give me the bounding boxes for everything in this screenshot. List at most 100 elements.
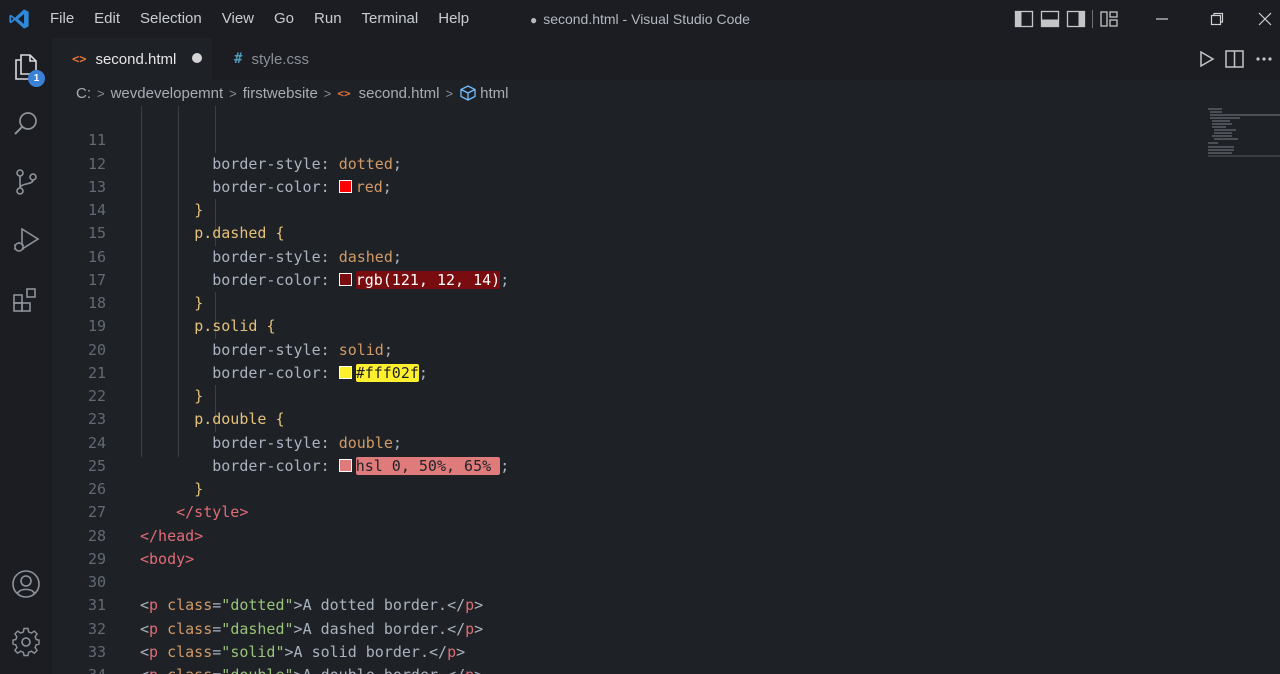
breadcrumb-file[interactable]: second.html [359,85,440,102]
code-line: 30 <p class="dotted">A dotted border.</p… [52,548,1202,614]
close-icon [1258,12,1272,26]
activity-search[interactable] [0,100,52,148]
activity-run-debug[interactable] [0,216,52,264]
code-line: 27 </head> [52,478,1202,544]
menu-edit[interactable]: Edit [84,0,130,38]
run-debug-icon [14,227,40,252]
toggle-panel-icon[interactable] [1040,10,1060,28]
title-bar: File Edit Selection View Go Run Terminal… [0,0,1280,38]
layout-divider [1092,10,1093,28]
tab-second-html[interactable]: <> second.html [52,38,212,80]
split-editor-icon[interactable] [1224,49,1246,69]
vscode-logo-icon [9,9,29,29]
minimize-button[interactable] [1139,0,1185,38]
account-icon [12,570,40,598]
html-icon: <> [72,52,87,66]
code-line: 24 border-color: hsl 0, 50%, 65% ; [52,408,1202,475]
code-line: 31 <p class="dashed">A dashed border.</p… [52,571,1202,637]
code-line: 14 p.dashed { [52,176,1202,242]
more-actions-icon[interactable] [1254,49,1274,69]
code-line: 22 p.double { [52,362,1202,428]
breadcrumb-symbol-html[interactable]: html [480,85,508,102]
activity-extensions[interactable] [0,276,52,324]
code-line: 26 </style> [52,455,1202,521]
minimap-line [1210,111,1222,113]
minimap-line [1212,135,1232,137]
minimap-line [1208,146,1234,148]
code-line: 16 border-color: rgb(121, 12, 14); [52,222,1202,289]
code-line: 34 [52,641,1202,674]
unsaved-indicator: ● [530,13,538,27]
activity-source-control[interactable] [0,158,52,206]
minimap-line [1210,114,1280,116]
restore-icon [1210,12,1224,26]
breadcrumb-drive[interactable]: C: [76,85,91,102]
menu-selection[interactable]: Selection [130,0,212,38]
restore-button[interactable] [1194,0,1240,38]
explorer-badge: 1 [28,70,45,87]
run-icon[interactable] [1196,49,1216,69]
activity-explorer[interactable]: 1 [0,42,52,90]
breadcrumb-folder-firstwebsite[interactable]: firstwebsite [243,85,318,102]
window-title-text: second.html - Visual Studio Code [543,11,750,27]
css-icon: # [234,51,243,67]
menu-run[interactable]: Run [304,0,352,38]
chevron-right-icon: > [97,85,105,101]
breadcrumb: C: > wevdevelopemnt > firstwebsite > <> … [52,80,1280,106]
minimap-line [1208,155,1280,157]
gear-icon [12,627,40,657]
code-line: 12 border-color: red; [52,129,1202,196]
minimap-line [1210,117,1240,119]
breadcrumb-folder-wevdevelopemnt[interactable]: wevdevelopemnt [111,85,224,102]
search-icon [14,112,37,135]
toggle-primary-sidebar-icon[interactable] [1014,10,1034,28]
minimap-line [1208,142,1218,144]
unsaved-dot-icon[interactable] [192,53,202,63]
code-line: 13 } [52,153,1202,219]
tab-label: style.css [251,50,309,68]
minimap-line [1208,152,1232,154]
code-line: 15 border-style: dashed; [52,199,1202,265]
editor-tabs: <> second.html # style.css [52,38,1280,80]
code-line: 29 [52,525,1202,568]
menu-bar: File Edit Selection View Go Run Terminal… [40,0,479,38]
tab-style-css[interactable]: # style.css [214,38,364,80]
code-editor[interactable]: 11 border-style: dotted; 12 border-color… [52,106,1280,674]
menu-help[interactable]: Help [428,0,479,38]
source-control-icon [16,169,37,195]
activity-accounts[interactable] [0,560,52,608]
code-line: 23 border-style: double; [52,385,1202,451]
minimap-line [1214,132,1232,134]
menu-go[interactable]: Go [264,0,304,38]
minimap-line [1212,120,1230,122]
code-line: 21 } [52,339,1202,405]
minimap-line [1212,126,1226,128]
code-line: 19 border-style: solid; [52,292,1202,358]
chevron-right-icon: > [229,85,237,101]
code-line: 18 p.solid { [52,269,1202,335]
minimap-line [1214,138,1238,140]
menu-view[interactable]: View [212,0,264,38]
activity-manage[interactable] [0,618,52,666]
element-cube-icon [459,84,477,102]
minimap[interactable] [1206,106,1280,166]
close-window-button[interactable] [1250,0,1280,38]
menu-terminal[interactable]: Terminal [352,0,429,38]
minimap-line [1214,129,1236,131]
toggle-secondary-sidebar-icon[interactable] [1066,10,1086,28]
minimap-line [1212,123,1232,125]
class-value: double [230,666,284,674]
customize-layout-icon[interactable] [1099,10,1119,28]
code-line: 28 <body> [52,501,1202,568]
tab-label: second.html [95,50,177,68]
layout-controls [1014,8,1119,30]
chevron-right-icon: > [323,85,332,101]
chevron-right-icon: > [445,85,454,101]
html-icon: <> [337,86,351,100]
minimap-line [1208,149,1234,151]
editor-actions [1196,38,1280,80]
menu-file[interactable]: File [40,0,84,38]
code-text: <p class="double">A double border.</p> [140,664,483,674]
paragraph-text: A double border. [303,666,448,674]
minimap-line [1208,108,1222,110]
